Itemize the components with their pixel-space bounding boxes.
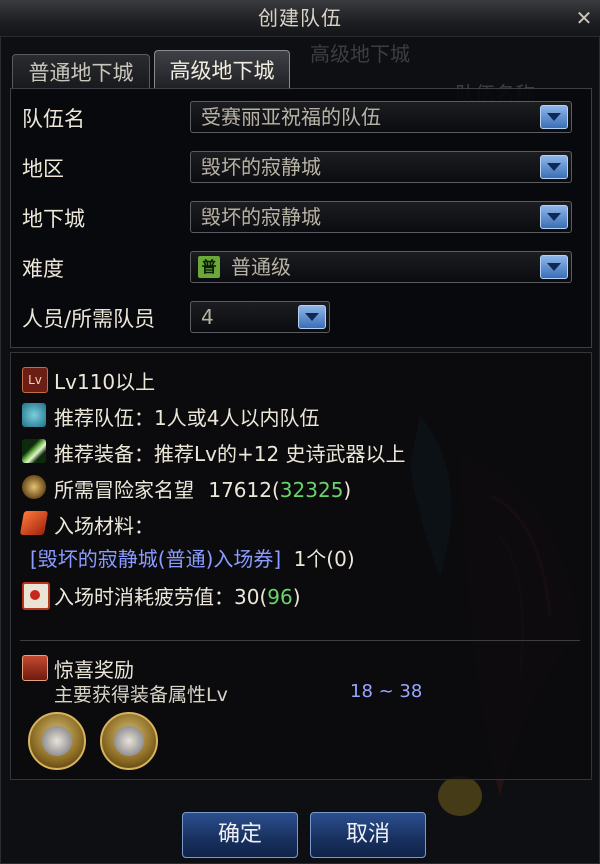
dungeon-value: 毁坏的寂静城 — [201, 205, 321, 229]
reward-weapon-icon[interactable] — [100, 712, 158, 770]
material-label: 入场材料： — [54, 514, 154, 538]
fame-icon — [22, 475, 46, 499]
members-value: 4 — [201, 305, 214, 329]
entry-ticket-link[interactable]: [毁坏的寂静城(普通)入场券] — [30, 547, 281, 571]
chevron-down-icon[interactable] — [540, 105, 568, 129]
dungeon-select[interactable]: 毁坏的寂静城 — [190, 201, 572, 233]
dungeon-label: 地下城 — [22, 207, 85, 231]
difficulty-label: 难度 — [22, 257, 64, 281]
reward-attr-label: 主要获得装备属性Lv — [54, 684, 228, 706]
tab-advanced-dungeon[interactable]: 高级地下城 — [154, 50, 290, 91]
team-name-label: 队伍名 — [22, 107, 85, 131]
reward-attr-range: 18 ~ 38 — [350, 681, 423, 702]
difficulty-select[interactable]: 普 普通级 — [190, 251, 572, 283]
region-value: 毁坏的寂静城 — [201, 155, 321, 179]
fame-row: 所需冒险家名望 17612(32325) — [54, 478, 352, 502]
fame-label: 所需冒险家名望 — [54, 478, 194, 502]
fatigue-cost: 30 — [234, 585, 260, 609]
team-name-select[interactable]: 受赛丽亚祝福的队伍 — [190, 101, 572, 133]
reward-title: 惊喜奖励 — [54, 658, 134, 682]
close-icon[interactable]: ✕ — [572, 6, 596, 30]
equipment-recommend: 推荐装备：推荐Lv的+12 史诗武器以上 — [54, 442, 406, 466]
fame-required: 17612 — [208, 478, 272, 502]
chevron-down-icon[interactable] — [540, 205, 568, 229]
members-label: 人员/所需队员 — [22, 307, 156, 331]
fatigue-current: 96 — [267, 585, 293, 609]
difficulty-badge: 普 — [198, 256, 220, 278]
region-select[interactable]: 毁坏的寂静城 — [190, 151, 572, 183]
material-count: 1个(0) — [293, 547, 355, 571]
cancel-button[interactable]: 取消 — [310, 812, 426, 858]
members-select[interactable]: 4 — [190, 301, 330, 333]
chevron-down-icon[interactable] — [540, 255, 568, 279]
ghost-tab-text: 高级地下城 — [310, 42, 410, 66]
confirm-button[interactable]: 确定 — [182, 812, 298, 858]
difficulty-value: 普通级 — [231, 255, 291, 279]
material-row: [毁坏的寂静城(普通)入场券] 1个(0) — [30, 543, 355, 572]
gift-icon — [22, 655, 48, 681]
level-requirement: Lv110以上 — [54, 370, 156, 394]
chevron-down-icon[interactable] — [540, 155, 568, 179]
region-label: 地区 — [22, 157, 64, 181]
level-icon: Lv — [22, 367, 48, 393]
chevron-down-icon[interactable] — [298, 305, 326, 329]
fatigue-label: 入场时消耗疲劳值： — [54, 585, 234, 609]
team-name-value: 受赛丽亚祝福的队伍 — [201, 105, 381, 129]
divider — [20, 640, 580, 641]
team-icon — [22, 403, 46, 427]
fatigue-row: 入场时消耗疲劳值：30(96) — [54, 585, 301, 609]
fame-current: 32325 — [279, 478, 344, 502]
window-title: 创建队伍 — [258, 6, 342, 30]
reward-armor-icon[interactable] — [28, 712, 86, 770]
tab-normal-dungeon[interactable]: 普通地下城 — [12, 54, 150, 91]
team-recommend: 推荐队伍：1人或4人以内队伍 — [54, 406, 320, 430]
fatigue-icon — [22, 582, 50, 610]
sword-icon — [22, 439, 46, 463]
material-icon — [19, 511, 49, 535]
